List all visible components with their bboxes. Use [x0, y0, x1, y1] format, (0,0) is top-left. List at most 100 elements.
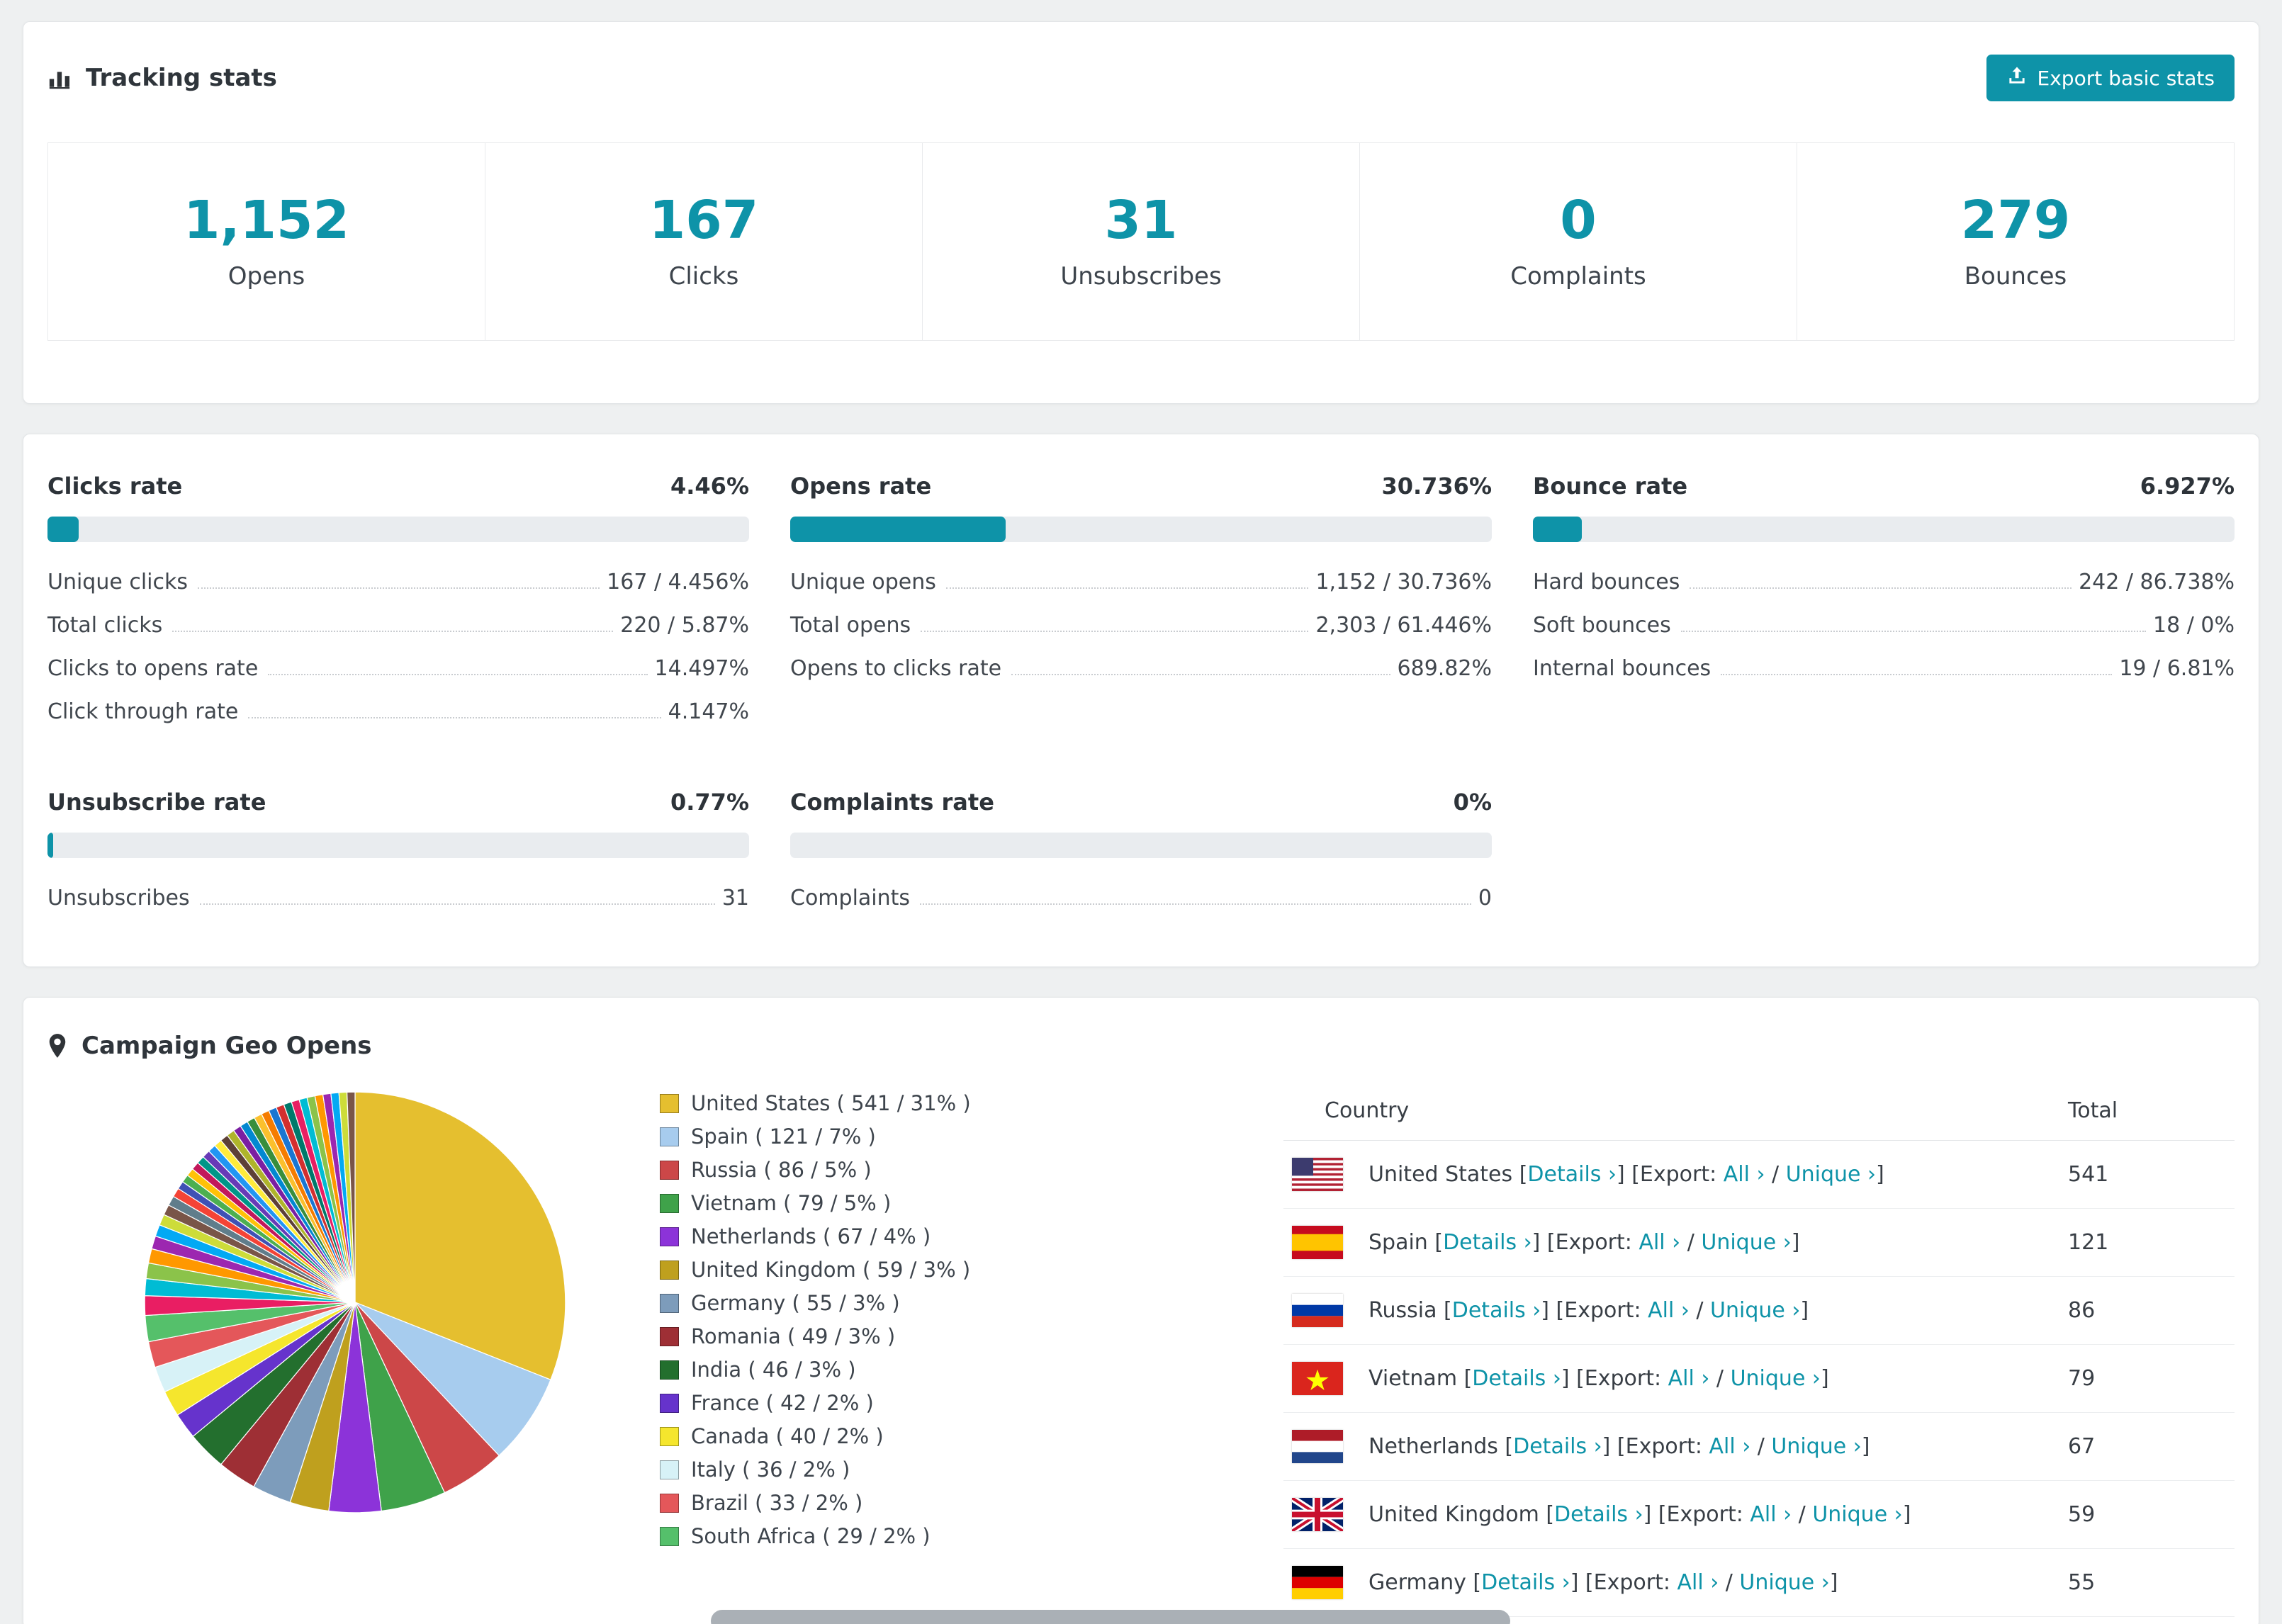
export-icon [2006, 65, 2028, 91]
rate-row-label: Unsubscribes [47, 886, 190, 910]
page: Tracking stats Export basic stats 1,152 O… [0, 0, 2282, 1624]
geo-header: Campaign Geo Opens [47, 1032, 2235, 1060]
export-unique-link[interactable]: Unique › [1701, 1230, 1791, 1255]
rate-head: Complaints rate 0% [790, 789, 1492, 816]
export-all-link[interactable]: All › [1750, 1502, 1792, 1527]
legend-label: Russia ( 86 / 5% ) [691, 1158, 872, 1182]
flag-us-icon [1292, 1158, 1343, 1191]
rate-row: Opens to clicks rate 689.82% [790, 647, 1492, 690]
country-name: Germany [1368, 1570, 1466, 1595]
pie-legend: United States ( 541 / 31% ) Spain ( 121 /… [660, 1086, 1283, 1617]
rate-row: Total clicks 220 / 5.87% [47, 604, 749, 647]
rate-rows: Hard bounces 242 / 86.738% Soft bounces 18 … [1533, 560, 2235, 690]
export-basic-stats-button[interactable]: Export basic stats [1986, 55, 2235, 101]
rate-row: Soft bounces 18 / 0% [1533, 604, 2235, 647]
rate-rows: Complaints 0 [790, 876, 1492, 920]
rate-progress-fill [47, 833, 53, 858]
legend-item-spain: Spain ( 121 / 7% ) [660, 1124, 1283, 1149]
rate-row: Clicks to opens rate 14.497% [47, 647, 749, 690]
details-link[interactable]: Details › [1513, 1434, 1602, 1459]
details-link[interactable]: Details › [1472, 1366, 1561, 1391]
legend-item-vietnam: Vietnam ( 79 / 5% ) [660, 1191, 1283, 1215]
legend-item-united-kingdom: United Kingdom ( 59 / 3% ) [660, 1258, 1283, 1282]
details-link[interactable]: Details › [1481, 1570, 1570, 1595]
dotted-leader [268, 674, 648, 675]
rate-row: Unique opens 1,152 / 30.736% [790, 560, 1492, 604]
flag-gb-icon [1290, 1494, 1345, 1535]
legend-item-germany: Germany ( 55 / 3% ) [660, 1291, 1283, 1315]
country-cell: United States [Details ›] [Export: All ›… [1368, 1162, 1884, 1187]
flag-es-icon [1292, 1226, 1343, 1259]
rate-percent: 30.736% [1381, 473, 1492, 500]
color-swatch [660, 1260, 679, 1280]
dotted-leader [945, 587, 1309, 589]
total-cell: 121 [2068, 1230, 2109, 1255]
separator: / [1689, 1298, 1711, 1323]
legend-item-brazil: Brazil ( 33 / 2% ) [660, 1491, 1283, 1515]
export-unique-link[interactable]: Unique › [1786, 1162, 1876, 1187]
horizontal-scrollbar[interactable] [711, 1610, 1510, 1624]
export-label: Export: [1666, 1502, 1743, 1527]
separator: / [1719, 1570, 1740, 1595]
legend-item-italy: Italy ( 36 / 2% ) [660, 1457, 1283, 1482]
rate-progress-fill [790, 517, 1006, 542]
legend-label: Italy ( 36 / 2% ) [691, 1457, 850, 1482]
country-column-header: Country [1325, 1098, 1410, 1123]
color-swatch [660, 1526, 679, 1546]
export-unique-link[interactable]: Unique › [1739, 1570, 1829, 1595]
rate-progress-fill [1533, 517, 1582, 542]
separator: / [1680, 1230, 1702, 1255]
export-unique-link[interactable]: Unique › [1710, 1298, 1800, 1323]
legend-item-south-africa: South Africa ( 29 / 2% ) [660, 1524, 1283, 1548]
details-link[interactable]: Details › [1554, 1502, 1643, 1527]
geo-title-text: Campaign Geo Opens [82, 1032, 372, 1060]
export-unique-link[interactable]: Unique › [1812, 1502, 1902, 1527]
legend-item-india: India ( 46 / 3% ) [660, 1358, 1283, 1382]
rate-row-label: Internal bounces [1533, 656, 1712, 681]
rate-rows: Unsubscribes 31 [47, 876, 749, 920]
color-swatch [660, 1493, 679, 1513]
dotted-leader [1690, 587, 2072, 589]
total-column-header: Total [2068, 1098, 2118, 1123]
stat-cell-clicks: 167 Clicks [485, 142, 923, 341]
geo-body: United States ( 541 / 31% ) Spain ( 121 /… [47, 1086, 2235, 1617]
country-name: Vietnam [1368, 1366, 1458, 1391]
rate-row-value: 1,152 / 30.736% [1315, 570, 1492, 594]
details-link[interactable]: Details › [1452, 1298, 1541, 1323]
export-all-link[interactable]: All › [1648, 1298, 1690, 1323]
stat-cell-bounces: 279 Bounces [1797, 142, 2235, 341]
separator: / [1709, 1366, 1731, 1391]
stat-cell-complaints: 0 Complaints [1359, 142, 1797, 341]
details-link[interactable]: Details › [1443, 1230, 1532, 1255]
country-cell: Spain [Details ›] [Export: All › / Uniqu… [1368, 1230, 1800, 1255]
tracking-stats-card: Tracking stats Export basic stats 1,152 O… [23, 21, 2259, 404]
color-swatch [660, 1360, 679, 1380]
rate-row-value: 242 / 86.738% [2079, 570, 2235, 594]
legend-item-netherlands: Netherlands ( 67 / 4% ) [660, 1224, 1283, 1248]
dotted-leader [921, 631, 1309, 632]
export-all-link[interactable]: All › [1639, 1230, 1680, 1255]
rate-row-value: 167 / 4.456% [607, 570, 749, 594]
country-name: Netherlands [1368, 1434, 1498, 1459]
rate-row: Unique clicks 167 / 4.456% [47, 560, 749, 604]
rate-row-value: 18 / 0% [2153, 613, 2235, 638]
pie-chart-svg [144, 1091, 566, 1513]
export-all-link[interactable]: All › [1668, 1366, 1710, 1391]
total-cell: 79 [2068, 1366, 2096, 1391]
export-all-link[interactable]: All › [1677, 1570, 1719, 1595]
details-link[interactable]: Details › [1527, 1162, 1617, 1187]
rate-panel-clicks-rate: Clicks rate 4.46% Unique clicks 167 / 4.456… [47, 473, 749, 733]
geo-table-row-de: Germany [Details ›] [Export: All › / Uni… [1283, 1549, 2235, 1617]
stat-value: 167 [648, 190, 759, 251]
rate-row-value: 14.497% [654, 656, 749, 681]
export-unique-link[interactable]: Unique › [1771, 1434, 1861, 1459]
rate-progress-fill [47, 517, 79, 542]
export-unique-link[interactable]: Unique › [1731, 1366, 1821, 1391]
stat-label: Complaints [1510, 262, 1646, 291]
legend-item-romania: Romania ( 49 / 3% ) [660, 1324, 1283, 1348]
rate-panel-complaints-rate: Complaints rate 0% Complaints 0 [790, 789, 1492, 920]
stat-value: 0 [1560, 190, 1597, 251]
export-label: Export: [1584, 1366, 1662, 1391]
export-all-link[interactable]: All › [1709, 1434, 1750, 1459]
export-all-link[interactable]: All › [1724, 1162, 1765, 1187]
